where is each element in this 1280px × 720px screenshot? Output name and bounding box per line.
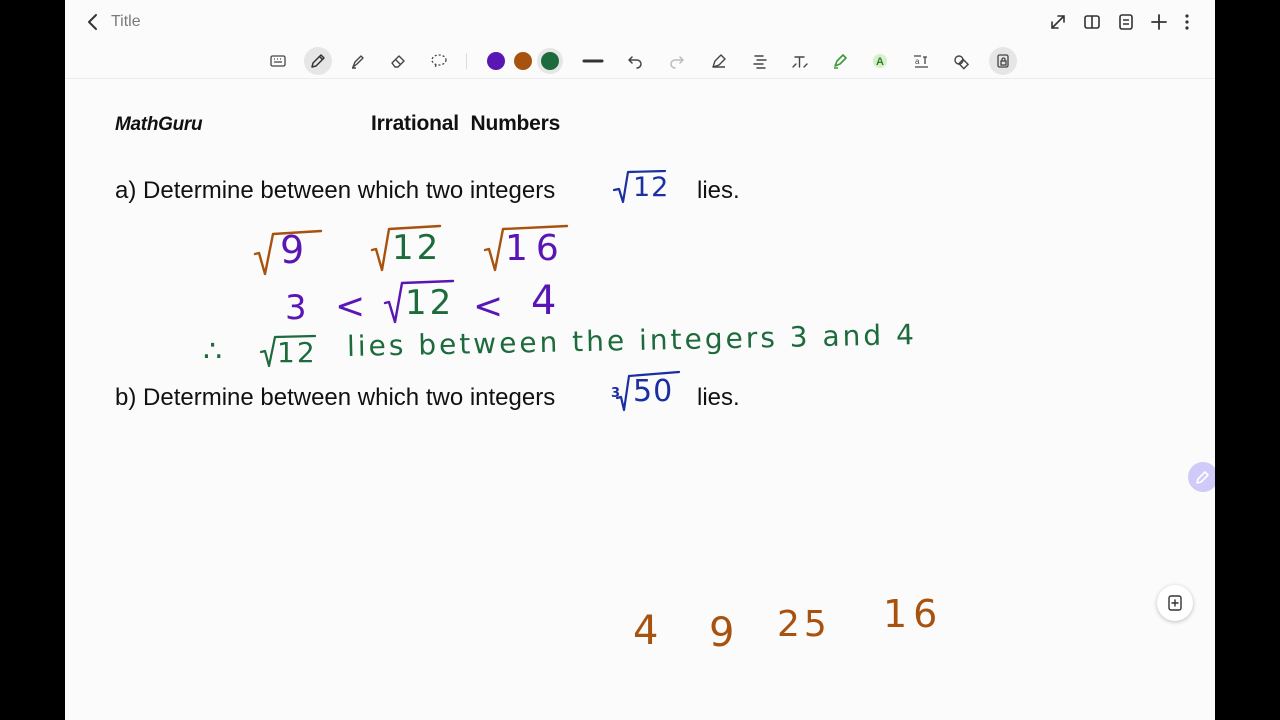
question-a-radicand: 12 <box>633 172 670 203</box>
note-canvas[interactable]: MathGuru Irrational Numbers a) Determine… <box>65 78 1215 720</box>
inequality-op: < <box>473 286 504 327</box>
square-number: 25 <box>777 604 831 645</box>
expand-icon[interactable] <box>1046 10 1070 34</box>
redo-icon[interactable] <box>663 47 691 75</box>
eraser-icon[interactable] <box>384 47 412 75</box>
page-list-icon[interactable] <box>1114 10 1138 34</box>
inequality-op: < <box>335 286 366 327</box>
color-swatch-brown[interactable] <box>514 52 532 70</box>
lock-icon[interactable] <box>989 47 1017 75</box>
book-view-icon[interactable] <box>1080 10 1104 34</box>
more-vertical-icon[interactable] <box>1175 10 1199 34</box>
lasso-icon[interactable] <box>425 47 453 75</box>
svg-text:a: a <box>915 57 920 66</box>
line-icon[interactable] <box>579 47 607 75</box>
highlighter-icon[interactable] <box>344 47 372 75</box>
add-page-button[interactable] <box>1157 585 1193 621</box>
add-icon[interactable] <box>1147 10 1171 34</box>
shape-icon[interactable] <box>705 47 733 75</box>
keyboard-icon[interactable] <box>264 47 292 75</box>
sqrt-radicand: 9 <box>280 228 305 272</box>
note-title[interactable]: Title <box>111 13 141 31</box>
question-b-radicand: 50 <box>633 374 674 409</box>
sqrt-radicand: 16 <box>505 228 567 269</box>
text-icon[interactable] <box>786 47 814 75</box>
undo-icon[interactable] <box>621 47 649 75</box>
sqrt-radicand: 12 <box>392 228 442 268</box>
toolbar-divider <box>466 53 467 69</box>
notes-app: Title A a MathGuru Irrational Numbers a)… <box>65 0 1215 720</box>
inequality-right: 4 <box>531 278 557 324</box>
back-chevron-icon[interactable] <box>81 10 105 34</box>
inequality-radicand: 12 <box>405 283 455 323</box>
svg-text:A: A <box>876 56 884 68</box>
conclusion-radicand: 12 <box>277 336 317 369</box>
page-heading: Irrational Numbers <box>371 112 561 135</box>
question-a-suffix: lies. <box>697 177 740 204</box>
text-align-icon[interactable] <box>746 47 774 75</box>
translate-icon[interactable]: a <box>907 47 935 75</box>
color-swatch-purple[interactable] <box>487 52 505 70</box>
therefore-symbol: ∴ <box>203 334 223 369</box>
inequality-left: 3 <box>285 288 307 328</box>
square-number: 9 <box>709 610 735 656</box>
square-number: 4 <box>633 608 659 654</box>
color-swatch-green[interactable] <box>541 52 559 70</box>
ai-text-icon[interactable]: A <box>866 47 894 75</box>
floating-pen-button[interactable] <box>1188 462 1215 492</box>
square-number: 16 <box>883 592 944 636</box>
shapes-icon[interactable] <box>947 47 975 75</box>
question-a-text: a) Determine between which two integers <box>115 177 556 204</box>
question-b-suffix: lies. <box>697 384 740 411</box>
title-bar: Title <box>65 0 1215 44</box>
question-b-text: b) Determine between which two integers <box>115 384 556 411</box>
pen-icon[interactable] <box>304 47 332 75</box>
brand-label: MathGuru <box>115 114 203 135</box>
highlighter-marker-icon[interactable] <box>826 47 854 75</box>
pen-toolbar: A a <box>65 44 1215 79</box>
